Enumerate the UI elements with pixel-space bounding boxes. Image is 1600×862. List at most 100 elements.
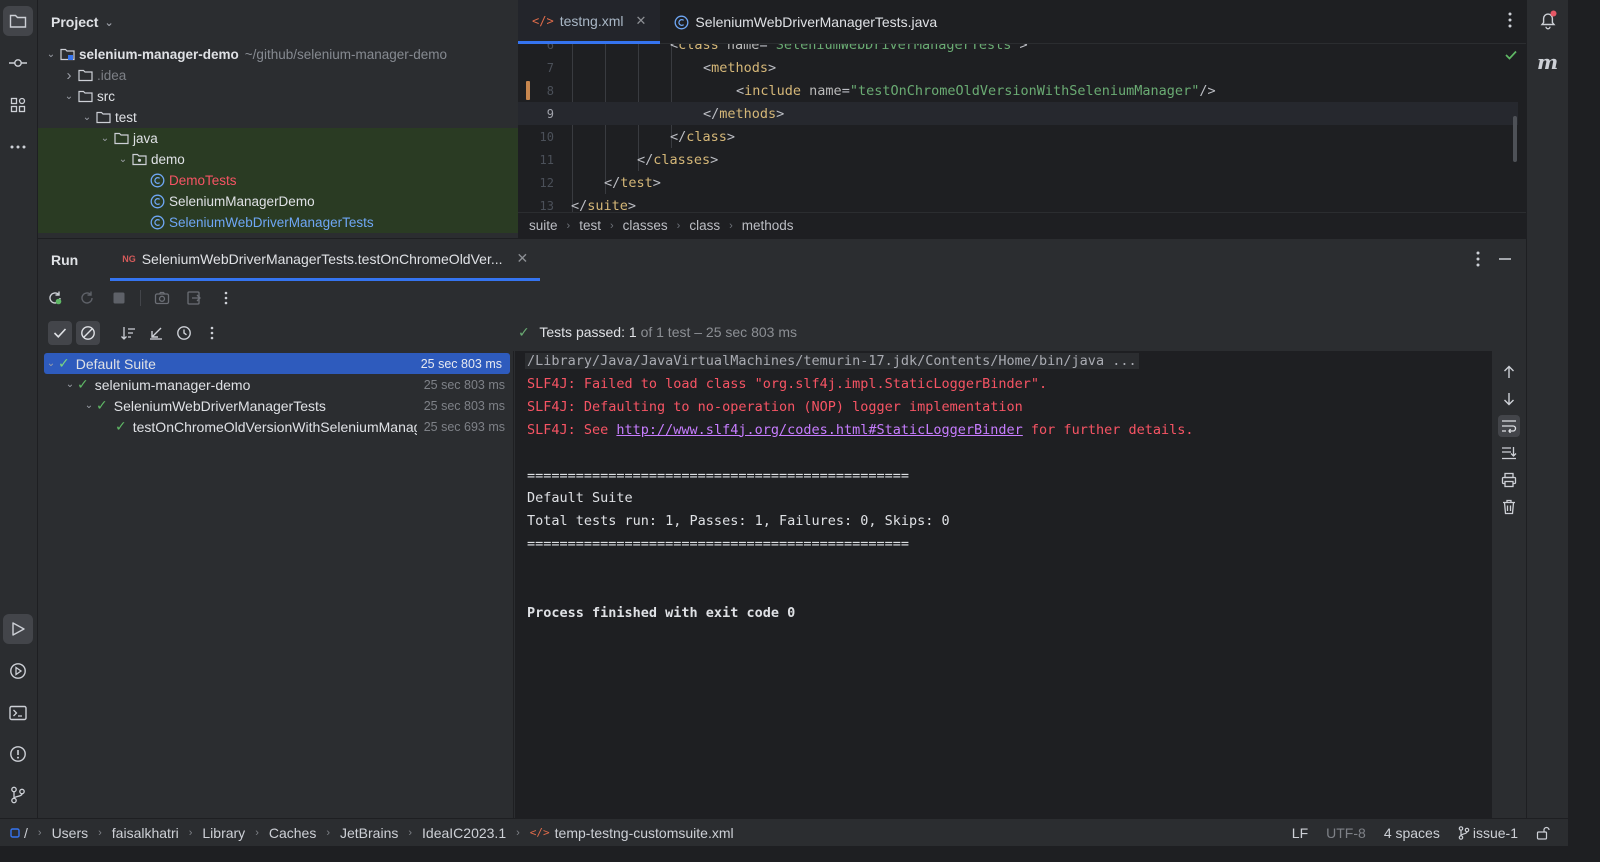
- git-branch-widget[interactable]: issue-1: [1458, 825, 1518, 841]
- chevron-down-icon[interactable]: ⌄: [116, 154, 130, 165]
- console-link[interactable]: http://www.slf4j.org/codes.html#StaticLo…: [616, 422, 1022, 438]
- tree-item[interactable]: ⌄ test: [38, 107, 518, 128]
- git-branch-icon: [1458, 826, 1470, 840]
- show-ignored-toggle[interactable]: [76, 321, 100, 345]
- line-ending-widget[interactable]: LF: [1292, 825, 1308, 841]
- rerun-button[interactable]: [44, 287, 66, 309]
- lock-button[interactable]: [1536, 826, 1550, 840]
- status-breadcrumb-item[interactable]: temp-testng-customsuite.xml: [555, 825, 734, 841]
- tree-item[interactable]: SeleniumWebDriverManagerTests: [38, 212, 518, 233]
- chevron-down-icon[interactable]: ⌄: [63, 379, 77, 390]
- status-breadcrumb-item[interactable]: Caches: [269, 825, 316, 841]
- close-icon[interactable]: ✕: [636, 13, 647, 29]
- print-button[interactable]: [1498, 469, 1520, 491]
- status-breadcrumb-item[interactable]: JetBrains: [340, 825, 398, 841]
- structure-tool-button[interactable]: [3, 90, 33, 120]
- status-breadcrumb-item[interactable]: IdeaIC2023.1: [422, 825, 506, 841]
- history-button[interactable]: [172, 321, 196, 345]
- console-line: /Library/Java/JavaVirtualMachines/temuri…: [525, 353, 1139, 369]
- more-tools-button[interactable]: [3, 132, 33, 162]
- status-breadcrumb-item[interactable]: Users: [52, 825, 89, 841]
- editor-scrollbar[interactable]: [1513, 116, 1517, 162]
- problems-tool-button[interactable]: [3, 739, 33, 769]
- sort-button[interactable]: [116, 321, 140, 345]
- breadcrumb-item[interactable]: classes: [623, 218, 668, 233]
- minimize-button[interactable]: [1498, 251, 1512, 267]
- console-output[interactable]: /Library/Java/JavaVirtualMachines/temuri…: [515, 351, 1492, 819]
- run-more-button[interactable]: [1476, 251, 1480, 267]
- soft-wrap-button[interactable]: [1498, 415, 1520, 437]
- run-config-tab[interactable]: NG SeleniumWebDriverManagerTests.testOnC…: [110, 239, 541, 281]
- chevron-down-icon[interactable]: ⌄: [98, 133, 112, 144]
- test-toolbar-more-button[interactable]: [200, 321, 224, 345]
- problems-icon: [10, 746, 26, 762]
- code-editor[interactable]: 6 <class name="SeleniumWebDriverManagerTe…: [518, 44, 1526, 212]
- code-line: 12 </test>: [518, 171, 1518, 194]
- rerun-failed-button[interactable]: [76, 287, 98, 309]
- tab-testng-xml[interactable]: </> testng.xml ✕: [518, 0, 661, 44]
- tree-item-label: selenium-manager-demo: [79, 47, 239, 62]
- tab-selenium-webdriver-manager-tests[interactable]: SeleniumWebDriverManagerTests.java: [660, 0, 951, 44]
- tree-item[interactable]: › .idea: [38, 65, 518, 86]
- breadcrumb-item[interactable]: methods: [742, 218, 794, 233]
- xml-icon: </>: [529, 826, 550, 839]
- test-row[interactable]: ⌄ ✓ SeleniumWebDriverManagerTests 25 sec 80…: [38, 395, 513, 416]
- commit-tool-button[interactable]: [3, 48, 33, 78]
- breadcrumb-item[interactable]: test: [579, 218, 601, 233]
- chevron-down-icon[interactable]: ⌄: [44, 49, 58, 60]
- tree-item[interactable]: ⌄ demo: [38, 149, 518, 170]
- tree-item[interactable]: ⌄ selenium-manager-demo ~/github/selenium-…: [38, 44, 518, 65]
- test-row[interactable]: ⌄ ✓ selenium-manager-demo 25 sec 803 ms: [38, 374, 513, 395]
- tree-item-label: .idea: [97, 68, 127, 83]
- tree-item[interactable]: DemoTests: [38, 170, 518, 191]
- exit-button[interactable]: [183, 287, 205, 309]
- status-breadcrumb-item[interactable]: Library: [202, 825, 245, 841]
- git-tool-button[interactable]: [3, 780, 33, 810]
- breadcrumb-item[interactable]: suite: [529, 218, 558, 233]
- collapse-all-button[interactable]: [144, 321, 168, 345]
- run-tool-button[interactable]: [3, 614, 33, 644]
- project-root-icon[interactable]: [10, 827, 20, 838]
- run-toolbar-more-button[interactable]: [215, 287, 237, 309]
- indent-widget[interactable]: 4 spaces: [1384, 825, 1440, 841]
- code-text: </suite>: [571, 197, 637, 213]
- breadcrumb-item[interactable]: class: [689, 218, 720, 233]
- chevron-down-icon[interactable]: ⌄: [80, 112, 94, 123]
- root-path[interactable]: /: [24, 825, 28, 841]
- scroll-to-end-button[interactable]: [1498, 442, 1520, 464]
- tree-item[interactable]: SeleniumManagerDemo: [38, 191, 518, 212]
- chevron-right-icon: ›: [188, 826, 193, 839]
- editor-more-button[interactable]: [1508, 12, 1512, 28]
- scroll-up-button[interactable]: [1498, 361, 1520, 383]
- tree-item[interactable]: ⌄ src: [38, 86, 518, 107]
- module-icon: [58, 48, 76, 61]
- snapshot-button[interactable]: [151, 287, 173, 309]
- notifications-button[interactable]: [1538, 10, 1558, 30]
- chevron-down-icon[interactable]: ⌄: [44, 358, 58, 369]
- clear-all-button[interactable]: [1498, 496, 1520, 518]
- project-tool-button[interactable]: [3, 6, 33, 36]
- test-row[interactable]: ⌄ ✓ Default Suite 25 sec 803 ms: [44, 353, 510, 374]
- terminal-tool-button[interactable]: [3, 698, 33, 728]
- tree-item[interactable]: ⌄ java: [38, 128, 518, 149]
- show-passed-toggle[interactable]: [48, 321, 72, 345]
- rerun-failed-icon: [81, 291, 93, 304]
- chevron-right-icon[interactable]: ›: [62, 67, 76, 84]
- status-breadcrumb: / › Users › faisalkhatri › Library › Caches › JetB…: [0, 825, 734, 841]
- services-tool-button[interactable]: [3, 656, 33, 686]
- folder-icon: [76, 69, 94, 82]
- maven-tool-button[interactable]: m: [1537, 50, 1558, 74]
- scroll-down-button[interactable]: [1498, 388, 1520, 410]
- status-breadcrumb-item[interactable]: faisalkhatri: [112, 825, 179, 841]
- stop-button[interactable]: [108, 287, 130, 309]
- check-icon: ✓: [77, 376, 89, 392]
- editor-breadcrumb: suite › test › classes › class › methods: [518, 212, 1526, 238]
- class-icon: [674, 15, 689, 30]
- encoding-widget[interactable]: UTF-8: [1326, 825, 1366, 841]
- project-panel-header[interactable]: Project ⌄: [38, 0, 518, 44]
- close-icon[interactable]: ✕: [517, 250, 529, 267]
- kebab-icon: [224, 291, 228, 305]
- chevron-down-icon[interactable]: ⌄: [62, 91, 76, 102]
- test-row[interactable]: ✓ testOnChromeOldVersionWithSeleniumManag…: [38, 416, 513, 437]
- chevron-down-icon[interactable]: ⌄: [82, 400, 96, 411]
